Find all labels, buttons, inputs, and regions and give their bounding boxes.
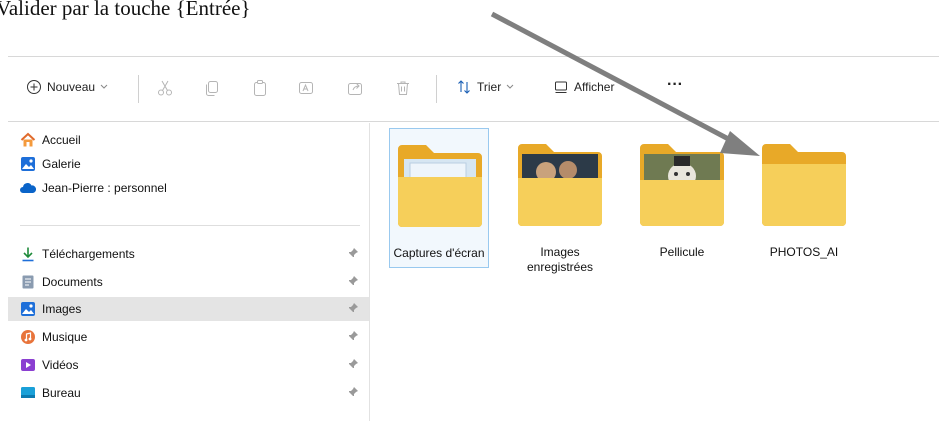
annotation-arrow: [490, 11, 760, 156]
